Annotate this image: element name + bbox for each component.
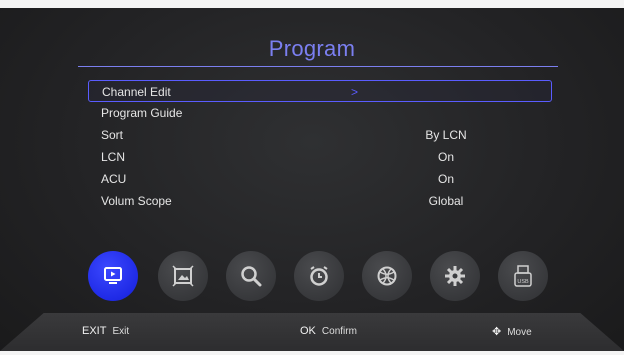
menu-item-value: On	[437, 150, 454, 164]
tv-icon[interactable]	[88, 251, 138, 301]
menu-item-program-guide[interactable]: Program Guide	[88, 102, 552, 124]
menu-item-value: On	[437, 172, 454, 186]
title-divider	[78, 66, 558, 67]
menu-item-label: Channel Edit	[102, 85, 171, 99]
move-label: Move	[507, 327, 532, 338]
top-border	[0, 0, 624, 8]
svg-text:USB: USB	[517, 279, 529, 285]
menu-item-value: Global	[428, 194, 464, 208]
category-bar: USB	[0, 251, 624, 303]
exit-hint[interactable]: EXIT Exit	[82, 325, 129, 337]
chevron-right-icon: >	[351, 85, 359, 99]
ok-key: OK	[300, 325, 316, 337]
menu-item-value: By LCN	[425, 128, 467, 142]
move-arrows-icon: ✥	[492, 326, 502, 338]
exit-key: EXIT	[82, 325, 107, 337]
exit-label: Exit	[112, 326, 130, 337]
picture-icon[interactable]	[158, 251, 208, 301]
menu-item-label: Volum Scope	[101, 194, 172, 208]
menu-item-acu[interactable]: ACU On	[88, 168, 552, 190]
page-title: Program	[268, 36, 356, 61]
menu-item-lcn[interactable]: LCN On	[88, 146, 552, 168]
network-icon[interactable]	[362, 251, 412, 301]
menu-item-sort[interactable]: Sort By LCN	[88, 124, 552, 146]
menu-item-channel-edit[interactable]: Channel Edit >	[88, 80, 552, 102]
menu-item-label: Sort	[101, 128, 124, 142]
ok-label: Confirm	[321, 326, 357, 337]
move-hint[interactable]: ✥ Move	[492, 325, 532, 338]
menu-item-volum-scope[interactable]: Volum Scope Global	[88, 190, 552, 212]
menu-item-label: ACU	[101, 172, 127, 186]
usb-icon[interactable]: USB	[498, 251, 548, 301]
footer-hint-bar: EXIT Exit OK Confirm ✥ Move	[0, 313, 624, 351]
program-menu: Channel Edit > Program Guide Sort By LCN…	[88, 80, 552, 212]
search-icon[interactable]	[226, 251, 276, 301]
timer-icon[interactable]	[294, 251, 344, 301]
ok-hint[interactable]: OK Confirm	[300, 325, 357, 337]
settings-icon[interactable]	[430, 251, 480, 301]
bottom-border	[0, 351, 624, 355]
menu-item-label: Program Guide	[101, 106, 183, 120]
menu-item-label: LCN	[101, 150, 126, 164]
